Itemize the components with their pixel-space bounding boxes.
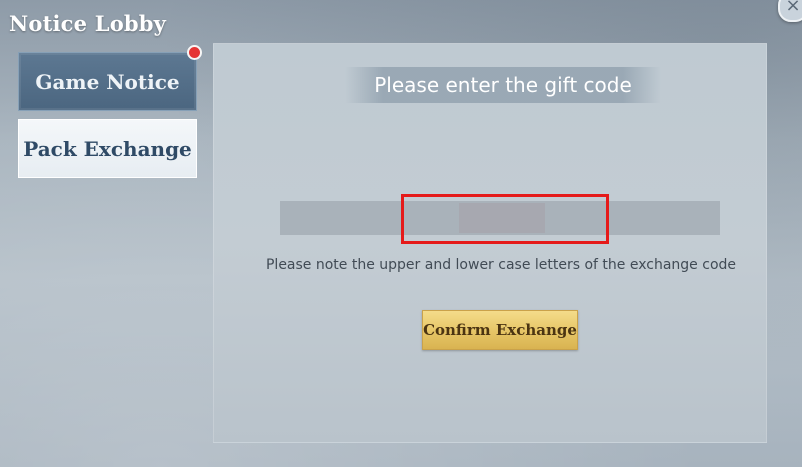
- tab-pack-exchange[interactable]: Pack Exchange: [18, 119, 197, 178]
- tab-game-notice-label: Game Notice: [35, 69, 180, 94]
- tab-pack-exchange-label: Pack Exchange: [23, 136, 192, 161]
- confirm-exchange-label: Confirm Exchange: [423, 321, 577, 339]
- tab-game-notice[interactable]: Game Notice: [18, 52, 197, 111]
- gift-code-header: Please enter the gift code: [345, 67, 661, 103]
- confirm-exchange-button[interactable]: Confirm Exchange: [422, 310, 578, 350]
- close-icon: ×: [785, 0, 801, 16]
- close-button[interactable]: ×: [778, 0, 802, 22]
- notification-dot-icon: [187, 45, 202, 60]
- case-sensitivity-note: Please note the upper and lower case let…: [265, 257, 737, 273]
- input-highlight-annotation: [401, 194, 609, 244]
- notice-lobby-window: Notice Lobby × Game Notice Pack Exchange…: [0, 0, 802, 467]
- window-title: Notice Lobby: [9, 11, 167, 36]
